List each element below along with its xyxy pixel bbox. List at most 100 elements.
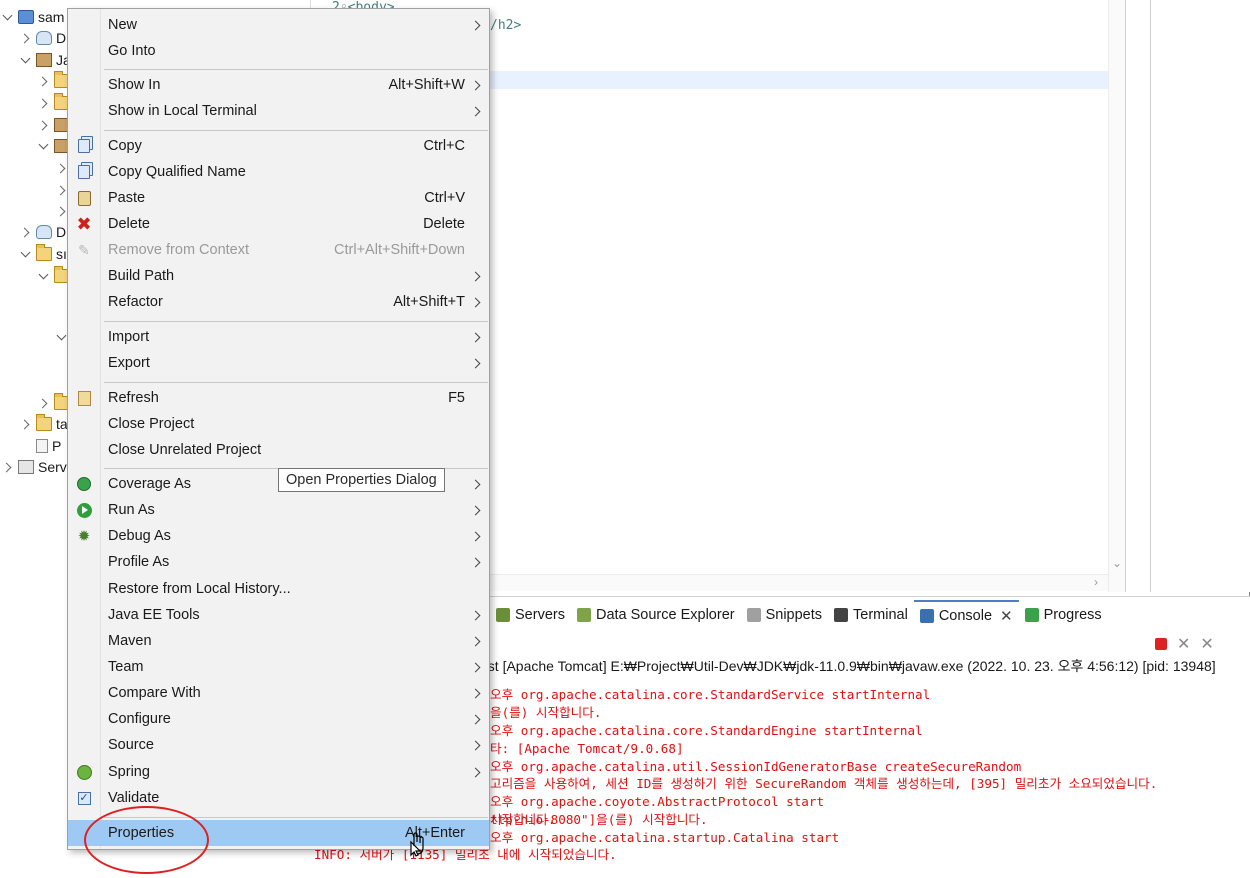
submenu-arrow-icon [470,636,481,646]
tab-servers[interactable]: Servers [490,600,571,630]
tree-item[interactable]: ta [20,414,68,434]
bottom-tab-bar: Servers Data Source Explorer Snippets Termi… [490,600,1250,630]
chevron-right-icon[interactable] [38,97,50,109]
menu-item-new[interactable]: New [68,12,489,38]
menu-item-spring[interactable]: Spring [68,759,489,785]
submenu-arrow-icon [470,662,481,672]
validate-checkbox-icon: ✓ [77,791,91,805]
menu-item-show-in[interactable]: Show In Alt+Shift+W [68,72,489,98]
console-line: 고리즘을 사용하여, 세션 ID를 생성하기 위한 SecureRandom 객… [490,776,1158,791]
menu-item-refresh[interactable]: Refresh F5 [68,385,489,411]
console-line: 을(를) 시작합니다. [490,705,602,720]
chevron-down-icon[interactable] [38,270,50,282]
tree-item[interactable]: sam [2,7,64,27]
chevron-right-icon[interactable] [38,119,50,131]
tab-snippets[interactable]: Snippets [741,600,828,630]
menu-item-label: Compare With [108,685,201,701]
menu-item-refactor[interactable]: Refactor Alt+Shift+T [68,289,489,315]
tab-console[interactable]: Console ✕ [913,600,1019,630]
tree-item-label: P [52,438,62,454]
remove-all-terminated-icon[interactable]: ✕ [1200,634,1213,654]
remove-context-icon: ✎ [78,241,90,258]
menu-item-label: Show in Local Terminal [108,103,257,119]
menu-item-label: Remove from Context [108,242,250,258]
menu-item-java-ee-tools[interactable]: Java EE Tools [68,602,489,628]
submenu-arrow-icon [470,106,481,116]
editor-horizontal-scrollbar[interactable]: › [490,574,1108,591]
menu-separator [104,321,488,322]
console-process-label: ost [Apache Tomcat] E:₩Project₩Util-Dev₩… [480,658,1216,674]
chevron-right-icon[interactable] [38,397,50,409]
chevron-right-icon[interactable] [20,226,32,238]
menu-item-shortcut: Ctrl+Alt+Shift+Down [334,242,465,258]
chevron-down-icon[interactable] [2,11,14,23]
menu-item-maven[interactable]: Maven [68,628,489,654]
chevron-right-icon[interactable] [20,418,32,430]
folder-icon [36,414,52,431]
console-icon [919,609,934,623]
menu-item-label: Maven [108,633,152,649]
menu-item-restore-from-local-history[interactable]: Restore from Local History... [68,576,489,602]
menu-item-label: Paste [108,190,146,206]
menu-item-label: Refactor [108,294,163,310]
submenu-arrow-icon [470,767,481,777]
tab-terminal[interactable]: Terminal [828,600,914,630]
menu-item-run-as[interactable]: Run As [68,497,489,523]
menu-item-delete[interactable]: ✖ Delete Delete [68,211,489,237]
chevron-down-icon[interactable] [20,54,32,66]
editor-vertical-scrollbar[interactable]: ⌄ [1108,0,1125,592]
menu-item-build-path[interactable]: Build Path [68,263,489,289]
menu-item-export[interactable]: Export [68,350,489,376]
tab-label: Terminal [853,607,908,623]
console-line: 타: [Apache Tomcat/9.0.68] [490,741,684,756]
remove-launch-icon[interactable]: ✕ [1177,634,1190,654]
tree-item[interactable]: Serv [2,457,67,477]
copy-qualified-icon [76,164,92,180]
menu-item-import[interactable]: Import [68,324,489,350]
chevron-down-icon[interactable] [20,248,32,260]
menu-item-copy[interactable]: Copy Ctrl+C [68,133,489,159]
submenu-arrow-icon [470,80,481,90]
menu-item-configure[interactable]: Configure [68,706,489,732]
menu-item-label: Close Unrelated Project [108,442,262,458]
data-source-icon [576,608,591,622]
console-line: 오후 org.apache.catalina.core.StandardEngi… [490,723,923,738]
menu-item-profile-as[interactable]: Profile As [68,549,489,575]
tree-item[interactable]: P [20,436,61,456]
progress-icon [1024,608,1039,622]
menu-item-compare-with[interactable]: Compare With [68,680,489,706]
menu-item-label: Copy Qualified Name [108,164,246,180]
tree-item[interactable]: D [20,28,66,48]
close-icon[interactable]: ✕ [1000,607,1013,625]
menu-item-go-into[interactable]: Go Into [68,38,489,64]
menu-item-show-in-local-terminal[interactable]: Show in Local Terminal [68,98,489,124]
menu-item-label: Copy [108,138,142,154]
tree-item[interactable]: sı [20,244,67,264]
submenu-arrow-icon [470,271,481,281]
tree-item[interactable]: D [20,222,66,242]
annotation-ellipse [84,806,209,874]
submenu-arrow-icon [470,714,481,724]
tree-item[interactable]: Ja [20,50,71,70]
tab-progress[interactable]: Progress [1019,600,1108,630]
chevron-right-icon[interactable] [2,461,14,473]
chevron-right-icon[interactable] [20,32,32,44]
tab-data-source-explorer[interactable]: Data Source Explorer [571,600,741,630]
chevron-down-icon[interactable] [38,140,50,152]
terminate-icon[interactable] [1155,638,1167,650]
menu-item-paste[interactable]: Paste Ctrl+V [68,185,489,211]
servers-icon [496,608,510,622]
chevron-right-icon[interactable] [38,75,50,87]
menu-item-copy-qualified-name[interactable]: Copy Qualified Name [68,159,489,185]
scroll-down-icon[interactable]: ⌄ [1112,556,1122,570]
menu-item-team[interactable]: Team [68,654,489,680]
scroll-right-icon[interactable]: › [1094,575,1098,589]
menu-item-close-unrelated-project[interactable]: Close Unrelated Project [68,437,489,463]
tab-label: Servers [515,607,565,623]
menu-item-close-project[interactable]: Close Project [68,411,489,437]
terminal-icon [834,608,849,622]
menu-item-debug-as[interactable]: ✹ Debug As [68,523,489,549]
menu-item-source[interactable]: Source [68,732,489,758]
menu-item-label: Export [108,355,150,371]
menu-separator [104,69,488,70]
